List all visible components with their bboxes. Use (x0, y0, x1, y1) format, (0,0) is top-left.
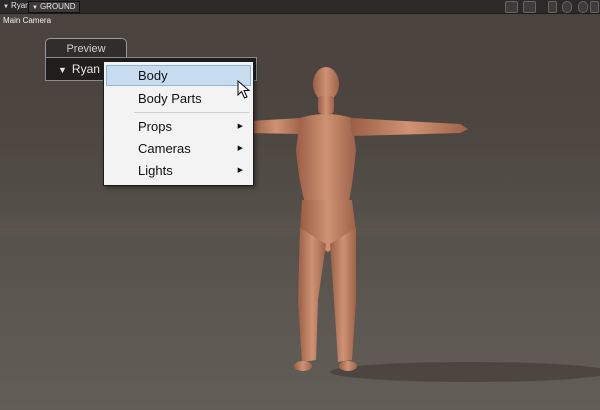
menu-item-body-parts[interactable]: Body Parts (106, 89, 251, 109)
submenu-arrow-icon: ▶ (237, 145, 243, 152)
copy-view-icon[interactable] (523, 1, 536, 13)
figure-left-foot (294, 361, 312, 371)
render-icon[interactable] (548, 1, 557, 13)
submenu-arrow-icon: ▶ (237, 167, 243, 174)
camera-view-icon[interactable] (505, 1, 518, 13)
menu-separator (134, 112, 249, 113)
camera-label: Main Camera (3, 16, 52, 25)
expand-icon[interactable] (590, 1, 599, 13)
figure-head (313, 67, 339, 101)
figure-right-foot (339, 361, 357, 371)
3d-viewport[interactable]: ▼ Ryan ▼ GROUND Main Camera Preview ▼ Ryan … (0, 0, 600, 410)
dropdown-icon: ▼ (58, 65, 67, 75)
figure-left-arm (250, 118, 302, 134)
panel-figure-selector[interactable]: ▼ Ryan (58, 62, 100, 76)
figure-torso (296, 114, 356, 205)
gear-icon[interactable] (562, 1, 572, 13)
sphere-icon[interactable] (578, 1, 588, 13)
menu-item-cameras[interactable]: Cameras ▶ (106, 139, 251, 159)
ground-selector[interactable]: ▼ GROUND (28, 1, 80, 13)
menu-item-body[interactable]: Body (106, 65, 251, 86)
dropdown-icon: ▼ (3, 4, 9, 10)
figure-right-leg (330, 228, 356, 362)
figure-left-leg (298, 228, 326, 362)
menu-item-lights[interactable]: Lights ▶ (106, 161, 251, 181)
menu-item-props[interactable]: Props ▶ (106, 117, 251, 137)
mouse-cursor-icon (237, 80, 251, 99)
submenu-arrow-icon: ▶ (237, 123, 243, 130)
viewport-toolbar: ▼ Ryan ▼ GROUND (0, 0, 600, 14)
figure-neck (318, 96, 334, 114)
dropdown-icon: ▼ (32, 5, 38, 11)
figure-shadow (330, 362, 600, 382)
figure-right-arm (350, 118, 468, 136)
selection-context-menu: Body Body Parts Props ▶ Cameras ▶ Lights ▶ (103, 61, 254, 186)
preview-tab[interactable]: Preview (45, 38, 127, 59)
